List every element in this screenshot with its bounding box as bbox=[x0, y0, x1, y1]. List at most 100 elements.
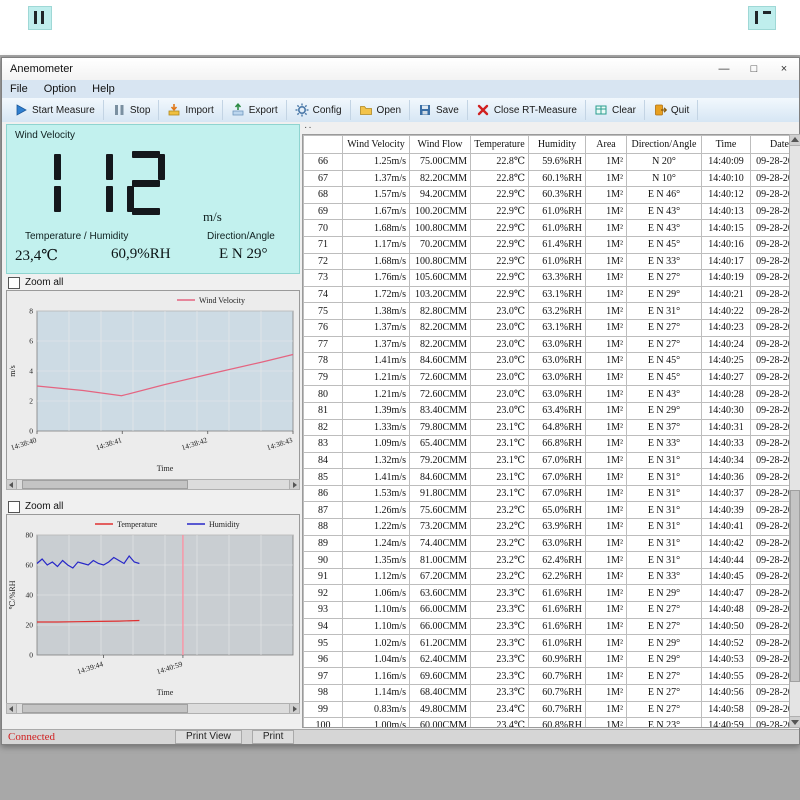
column-header: Humidity bbox=[529, 136, 586, 154]
svg-text:Wind Velocity: Wind Velocity bbox=[199, 296, 245, 305]
svg-text:60: 60 bbox=[26, 561, 34, 570]
close-button[interactable]: × bbox=[769, 63, 799, 75]
table-row[interactable]: 681.57m/s94.20CMM22.9℃60.3%RH1M²E N 46°1… bbox=[304, 187, 791, 204]
connection-status: Connected bbox=[8, 731, 55, 743]
menu-file[interactable]: File bbox=[2, 82, 36, 96]
quit-button[interactable]: Quit bbox=[645, 100, 698, 120]
measurement-table: Wind VelocityWind FlowTemperatureHumidit… bbox=[302, 134, 790, 728]
quit-icon bbox=[653, 103, 667, 117]
stop-button[interactable]: Stop bbox=[104, 100, 160, 120]
scrollbar-thumb[interactable] bbox=[22, 480, 187, 489]
table-row[interactable]: 811.39m/s83.40CMM23.0℃63.4%RH1M²E N 29°1… bbox=[304, 402, 791, 419]
main-content: Wind Velocity m/s Temperature / Humidity… bbox=[2, 122, 799, 730]
table-row[interactable]: 691.67m/s100.20CMM22.9℃61.0%RH1M²E N 43°… bbox=[304, 203, 791, 220]
title-bar: Anemometer — □ × bbox=[2, 58, 799, 81]
wind-velocity-lcd-value bbox=[23, 151, 165, 215]
scrollbar-thumb[interactable] bbox=[790, 490, 800, 681]
print-button[interactable]: Print bbox=[252, 730, 295, 744]
menu-bar: File Option Help bbox=[2, 80, 799, 99]
clear-button[interactable]: Clear bbox=[586, 100, 645, 120]
table-row[interactable]: 861.53m/s91.80CMM23.1℃67.0%RH1M²E N 31°1… bbox=[304, 485, 791, 502]
table-row[interactable]: 931.10m/s66.00CMM23.3℃61.6%RH1M²E N 27°1… bbox=[304, 602, 791, 619]
zoom-all-checkbox[interactable] bbox=[8, 501, 20, 513]
table-row[interactable]: 951.02m/s61.20CMM23.3℃61.0%RH1M²E N 29°1… bbox=[304, 635, 791, 652]
export-button[interactable]: Export bbox=[223, 100, 287, 120]
column-header: Time bbox=[702, 136, 751, 154]
table-row[interactable]: 891.24m/s74.40CMM23.2℃63.0%RH1M²E N 31°1… bbox=[304, 535, 791, 552]
table-row[interactable]: 831.09m/s65.40CMM23.1℃66.8%RH1M²E N 33°1… bbox=[304, 436, 791, 453]
scrollbar-thumb[interactable] bbox=[22, 704, 187, 713]
zoom-all-label: Zoom all bbox=[25, 501, 63, 512]
table-vertical-scrollbar[interactable] bbox=[789, 134, 800, 728]
background-lcd-fragment-left bbox=[28, 6, 52, 30]
anemometer-window: Anemometer — □ × File Option Help Start … bbox=[1, 57, 800, 745]
table-row[interactable]: 941.10m/s66.00CMM23.3℃61.6%RH1M²E N 27°1… bbox=[304, 618, 791, 635]
close-rt-measure-button[interactable]: Close RT-Measure bbox=[468, 100, 586, 120]
table-row[interactable]: 1001.00m/s60.00CMM23.4℃60.8%RH1M²E N 23°… bbox=[304, 718, 791, 728]
table-row[interactable]: 801.21m/s72.60CMM23.0℃63.0%RH1M²E N 43°1… bbox=[304, 386, 791, 403]
chart1-horizontal-scrollbar[interactable] bbox=[6, 479, 300, 490]
column-header bbox=[304, 136, 343, 154]
scrollbar-track[interactable] bbox=[17, 480, 289, 489]
start-measure-button[interactable]: Start Measure bbox=[6, 100, 104, 120]
column-header: Temperature bbox=[471, 136, 529, 154]
scroll-down-arrow-icon[interactable] bbox=[790, 716, 800, 727]
table-row[interactable]: 791.21m/s72.60CMM23.0℃63.0%RH1M²E N 45°1… bbox=[304, 369, 791, 386]
zoom-all-control-2: Zoom all bbox=[8, 500, 63, 513]
table-row[interactable]: 731.76m/s105.60CMM22.9℃63.3%RH1M²E N 27°… bbox=[304, 270, 791, 287]
save-button[interactable]: Save bbox=[410, 100, 468, 120]
table-header-row: Wind VelocityWind FlowTemperatureHumidit… bbox=[304, 136, 791, 154]
svg-text:0: 0 bbox=[29, 651, 33, 660]
table-row[interactable]: 851.41m/s84.60CMM23.1℃67.0%RH1M²E N 31°1… bbox=[304, 469, 791, 486]
table-row[interactable]: 761.37m/s82.20CMM23.0℃63.1%RH1M²E N 27°1… bbox=[304, 319, 791, 336]
wind-velocity-unit: m/s bbox=[203, 209, 222, 225]
scroll-left-arrow-icon[interactable] bbox=[7, 480, 17, 489]
scrollbar-track[interactable] bbox=[17, 704, 289, 713]
menu-help[interactable]: Help bbox=[84, 82, 123, 96]
table-row[interactable]: 711.17m/s70.20CMM22.9℃61.4%RH1M²E N 45°1… bbox=[304, 236, 791, 253]
table-row[interactable]: 881.22m/s73.20CMM23.2℃63.9%RH1M²E N 31°1… bbox=[304, 519, 791, 536]
svg-text:80: 80 bbox=[26, 531, 34, 540]
scroll-right-arrow-icon[interactable] bbox=[289, 480, 299, 489]
scroll-right-arrow-icon[interactable] bbox=[289, 704, 299, 713]
table-row[interactable]: 721.68m/s100.80CMM22.9℃61.0%RH1M²E N 33°… bbox=[304, 253, 791, 270]
open-button[interactable]: Open bbox=[351, 100, 410, 120]
scroll-up-arrow-icon[interactable] bbox=[790, 135, 800, 146]
zoom-all-checkbox[interactable] bbox=[8, 277, 20, 289]
print-view-button[interactable]: Print View bbox=[175, 730, 242, 744]
table-row[interactable]: 671.37m/s82.20CMM22.8℃60.1%RH1M²N 10°14:… bbox=[304, 170, 791, 187]
table-row[interactable]: 990.83m/s49.80CMM23.4℃60.7%RH1M²E N 27°1… bbox=[304, 701, 791, 718]
scroll-left-arrow-icon[interactable] bbox=[7, 704, 17, 713]
maximize-button[interactable]: □ bbox=[739, 63, 769, 75]
table-row[interactable]: 841.32m/s79.20CMM23.1℃67.0%RH1M²E N 31°1… bbox=[304, 452, 791, 469]
zoom-all-label: Zoom all bbox=[25, 277, 63, 288]
table-row[interactable]: 961.04m/s62.40CMM23.3℃60.9%RH1M²E N 29°1… bbox=[304, 651, 791, 668]
button-label: Open bbox=[377, 105, 401, 116]
direction-value: E N 29° bbox=[219, 246, 268, 263]
minimize-button[interactable]: — bbox=[709, 63, 739, 75]
button-label: Close RT-Measure bbox=[494, 105, 577, 116]
wind-velocity-chart-canvas[interactable]: 0246814:38:4014:38:4114:38:4214:38:43Win… bbox=[7, 291, 299, 479]
config-button[interactable]: Config bbox=[287, 100, 351, 120]
column-header: Date bbox=[751, 136, 791, 154]
table-row[interactable]: 821.33m/s79.80CMM23.1℃64.8%RH1M²E N 37°1… bbox=[304, 419, 791, 436]
column-header: Wind Flow bbox=[410, 136, 471, 154]
temperature-humidity-chart-canvas[interactable]: 02040608014:39:4414:40:59TemperatureHumi… bbox=[7, 515, 299, 703]
lcd-digit bbox=[75, 151, 113, 215]
chart2-horizontal-scrollbar[interactable] bbox=[6, 703, 300, 714]
table-row[interactable]: 911.12m/s67.20CMM23.2℃62.2%RH1M²E N 33°1… bbox=[304, 568, 791, 585]
table-row[interactable]: 921.06m/s63.60CMM23.3℃61.6%RH1M²E N 29°1… bbox=[304, 585, 791, 602]
table-row[interactable]: 661.25m/s75.00CMM22.8℃59.6%RH1M²N 20°14:… bbox=[304, 154, 791, 171]
table-row[interactable]: 901.35m/s81.00CMM23.2℃62.4%RH1M²E N 31°1… bbox=[304, 552, 791, 569]
table-row[interactable]: 771.37m/s82.20CMM23.0℃63.0%RH1M²E N 27°1… bbox=[304, 336, 791, 353]
table-row[interactable]: 701.68m/s100.80CMM22.9℃61.0%RH1M²E N 43°… bbox=[304, 220, 791, 237]
button-label: Start Measure bbox=[32, 105, 95, 116]
table-row[interactable]: 781.41m/s84.60CMM23.0℃63.0%RH1M²E N 45°1… bbox=[304, 353, 791, 370]
menu-option[interactable]: Option bbox=[36, 82, 84, 96]
table-row[interactable]: 971.16m/s69.60CMM23.3℃60.7%RH1M²E N 27°1… bbox=[304, 668, 791, 685]
table-row[interactable]: 981.14m/s68.40CMM23.3℃60.7%RH1M²E N 27°1… bbox=[304, 685, 791, 702]
table-row[interactable]: 751.38m/s82.80CMM23.0℃63.2%RH1M²E N 31°1… bbox=[304, 303, 791, 320]
table-row[interactable]: 741.72m/s103.20CMM22.9℃63.1%RH1M²E N 29°… bbox=[304, 286, 791, 303]
table-row[interactable]: 871.26m/s75.60CMM23.2℃65.0%RH1M²E N 31°1… bbox=[304, 502, 791, 519]
import-button[interactable]: Import bbox=[159, 100, 222, 120]
